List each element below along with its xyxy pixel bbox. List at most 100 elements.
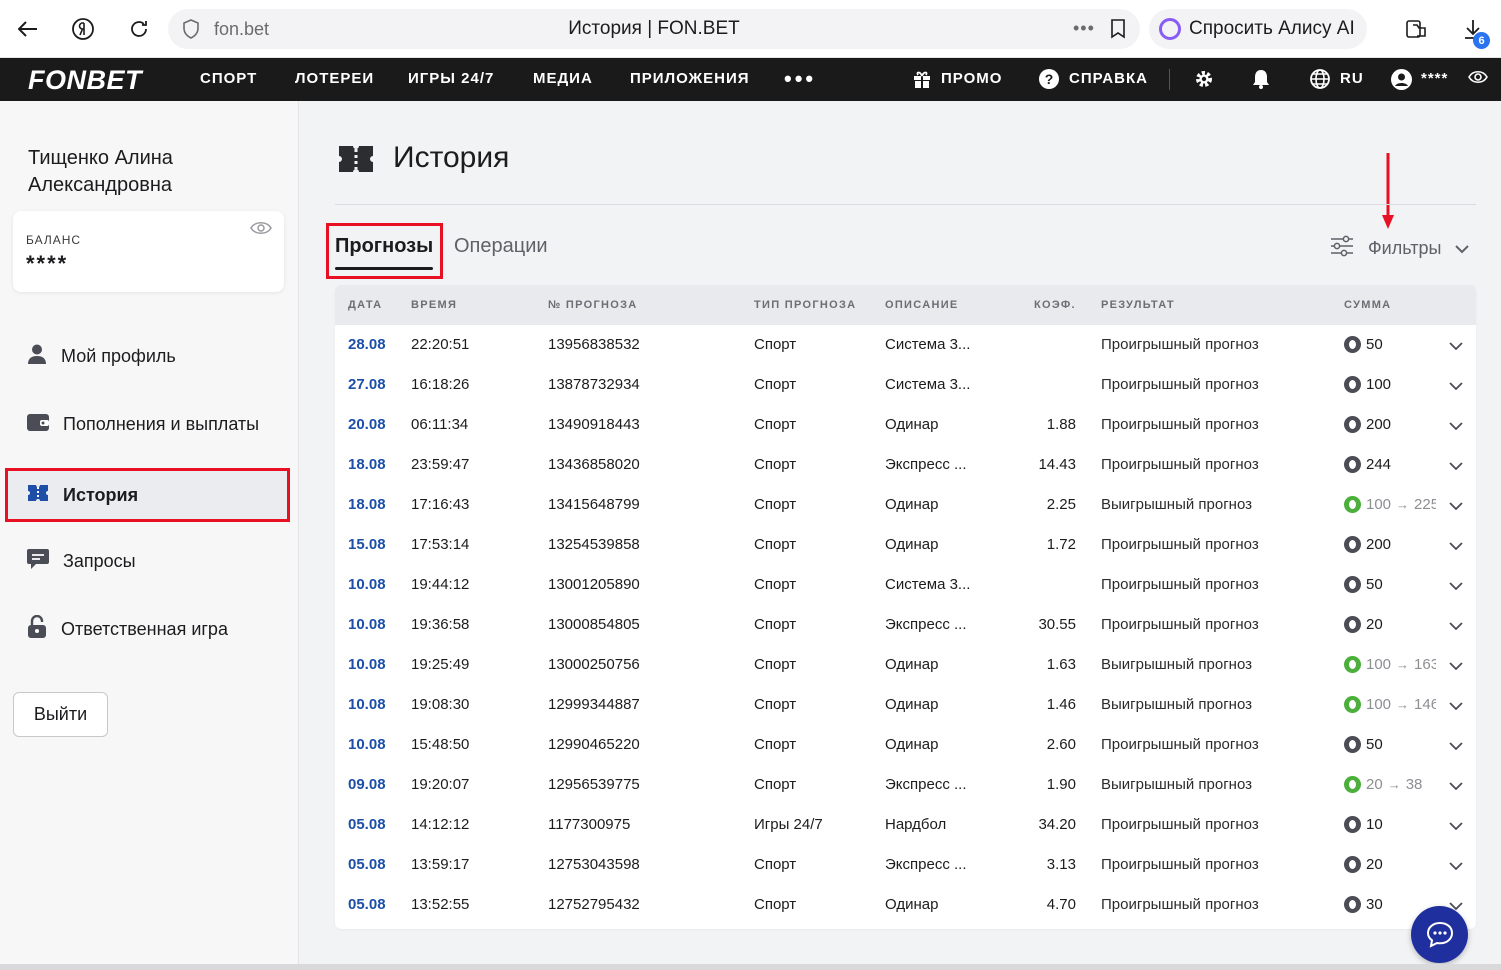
table-row[interactable]: 27.08 16:18:26 13878732934 Спорт Система 3..… (335, 365, 1476, 405)
table-row[interactable]: 05.08 13:59:17 12753043598 Спорт Экспресс ..… (335, 845, 1476, 885)
table-row[interactable]: 10.08 19:36:58 13000854805 Спорт Экспресс ..… (335, 605, 1476, 645)
row-date[interactable]: 05.08 (348, 896, 386, 913)
table-row[interactable]: 28.08 22:20:51 13956838532 Спорт Система 3..… (335, 325, 1476, 365)
table-row[interactable]: 18.08 17:16:43 13415648799 Спорт Одинар 2.25 В… (335, 485, 1476, 525)
sidebar-item-payments[interactable]: Пополнения и выплаты (0, 397, 299, 451)
table-row[interactable]: 10.08 15:48:50 12990465220 Спорт Одинар 2.60 П… (335, 725, 1476, 765)
support-chat-button[interactable] (1411, 906, 1468, 963)
page-tab-title: История | FON.BET (568, 18, 740, 39)
table-row[interactable]: 10.08 19:44:12 13001205890 Спорт Система 3..… (335, 565, 1476, 605)
table-row[interactable]: 15.08 17:53:14 13254539858 Спорт Одинар 1.72 П… (335, 525, 1476, 565)
user-icon (26, 343, 48, 370)
table-row[interactable]: 18.08 23:59:47 13436858020 Спорт Экспресс ..… (335, 445, 1476, 485)
tab-forecasts[interactable]: Прогнозы (335, 235, 433, 258)
row-date[interactable]: 05.08 (348, 816, 386, 833)
column-header-time[interactable]: ВРЕМЯ (411, 299, 457, 311)
row-payout-value: 163 (1414, 656, 1436, 673)
row-date[interactable]: 05.08 (348, 856, 386, 873)
column-header-description[interactable]: ОПИСАНИЕ (885, 299, 959, 311)
row-date[interactable]: 10.08 (348, 736, 386, 753)
column-header-result[interactable]: РЕЗУЛЬТАТ (1101, 299, 1175, 311)
chevron-down-icon[interactable] (1449, 658, 1463, 675)
globe-icon[interactable] (1310, 69, 1330, 89)
sidebar-item-profile[interactable]: Мой профиль (0, 329, 299, 383)
row-date[interactable]: 10.08 (348, 696, 386, 713)
logout-button[interactable]: Выйти (13, 692, 108, 737)
coin-icon (1344, 656, 1361, 673)
download-count-badge: 6 (1473, 32, 1490, 49)
nav-help[interactable]: СПРАВКА (1069, 70, 1148, 87)
more-dots-icon[interactable]: ••• (1073, 18, 1095, 39)
chevron-down-icon[interactable] (1449, 578, 1463, 595)
bell-icon[interactable] (1252, 69, 1272, 89)
nav-more-icon[interactable]: ••• (784, 66, 816, 92)
sidebar-item-history[interactable]: История (5, 468, 290, 522)
chat-icon (26, 548, 50, 575)
horizontal-scrollbar[interactable] (0, 964, 1501, 970)
sidebar-item-responsible-gaming[interactable]: Ответственная игра (0, 602, 299, 656)
nav-sport[interactable]: СПОРТ (200, 70, 257, 87)
reload-icon[interactable] (124, 14, 154, 44)
column-header-number[interactable]: № ПРОГНОЗА (548, 299, 638, 311)
back-arrow-icon[interactable] (13, 14, 43, 44)
filters-button[interactable]: Фильтры (1330, 235, 1470, 262)
account-masked[interactable]: **** (1421, 70, 1448, 87)
sidebar-item-requests[interactable]: Запросы (0, 534, 299, 588)
row-date[interactable]: 10.08 (348, 576, 386, 593)
chevron-down-icon[interactable] (1449, 538, 1463, 555)
chevron-down-icon[interactable] (1449, 818, 1463, 835)
chevron-down-icon[interactable] (1449, 418, 1463, 435)
nav-lotteries[interactable]: ЛОТЕРЕИ (295, 70, 374, 87)
chevron-down-icon[interactable] (1449, 858, 1463, 875)
column-header-sum[interactable]: СУММА (1344, 299, 1391, 311)
extensions-icon[interactable] (1402, 14, 1432, 44)
row-date[interactable]: 18.08 (348, 496, 386, 513)
table-row[interactable]: 05.08 13:52:55 12752795432 Спорт Одинар 4.70 П… (335, 885, 1476, 925)
tab-operations[interactable]: Операции (454, 235, 548, 258)
eye-icon[interactable] (250, 220, 272, 241)
column-header-type[interactable]: ТИП ПРОГНОЗА (754, 299, 856, 311)
chevron-down-icon[interactable] (1449, 338, 1463, 355)
chevron-down-icon[interactable] (1449, 778, 1463, 795)
chevron-down-icon[interactable] (1449, 738, 1463, 755)
row-forecast-number: 12956539775 (548, 776, 640, 793)
language-selector[interactable]: RU (1340, 70, 1364, 87)
chevron-down-icon[interactable] (1449, 618, 1463, 635)
chevron-down-icon[interactable] (1449, 698, 1463, 715)
row-date[interactable]: 28.08 (348, 336, 386, 353)
row-date[interactable]: 15.08 (348, 536, 386, 553)
table-row[interactable]: 09.08 19:20:07 12956539775 Спорт Экспресс ..… (335, 765, 1476, 805)
yandex-icon[interactable] (68, 14, 98, 44)
chevron-down-icon[interactable] (1449, 498, 1463, 515)
fonbet-logo[interactable]: FONBET (28, 65, 142, 96)
table-row[interactable]: 20.08 06:11:34 13490918443 Спорт Одинар 1.88 П… (335, 405, 1476, 445)
chevron-down-icon[interactable] (1449, 458, 1463, 475)
user-name-line1: Тищенко Алина (28, 147, 173, 169)
account-icon[interactable] (1391, 69, 1412, 90)
row-date[interactable]: 10.08 (348, 616, 386, 633)
column-header-coef[interactable]: КОЭФ. (1034, 299, 1076, 311)
row-date[interactable]: 27.08 (348, 376, 386, 393)
table-row[interactable]: 05.08 14:12:12 1177300975 Игры 24/7 Нардбол 3… (335, 805, 1476, 845)
nav-promo[interactable]: ПРОМО (941, 70, 1002, 87)
row-date[interactable]: 09.08 (348, 776, 386, 793)
nav-apps[interactable]: ПРИЛОЖЕНИЯ (630, 70, 750, 87)
eye-icon[interactable] (1468, 69, 1488, 89)
table-row[interactable]: 10.08 19:08:30 12999344887 Спорт Одинар 1.46 В… (335, 685, 1476, 725)
chevron-down-icon[interactable] (1449, 378, 1463, 395)
row-date[interactable]: 18.08 (348, 456, 386, 473)
nav-media[interactable]: МЕДИА (533, 70, 593, 87)
row-result: Проигрышный прогноз (1101, 736, 1259, 753)
address-bar[interactable]: fon.bet История | FON.BET ••• (168, 9, 1140, 49)
table-row[interactable]: 10.08 19:25:49 13000250756 Спорт Одинар 1.63 В… (335, 645, 1476, 685)
column-header-date[interactable]: ДАТА (348, 299, 382, 311)
user-name: Тищенко Алина Александровна (28, 145, 173, 199)
row-forecast-number: 12753043598 (548, 856, 640, 873)
alice-ai-button[interactable]: Спросить Алису AI (1149, 9, 1367, 49)
gear-icon[interactable] (1194, 69, 1214, 89)
row-date[interactable]: 20.08 (348, 416, 386, 433)
bookmark-icon[interactable] (1110, 19, 1126, 44)
row-date[interactable]: 10.08 (348, 656, 386, 673)
nav-games[interactable]: ИГРЫ 24/7 (408, 70, 494, 87)
row-forecast-number: 12752795432 (548, 896, 640, 913)
